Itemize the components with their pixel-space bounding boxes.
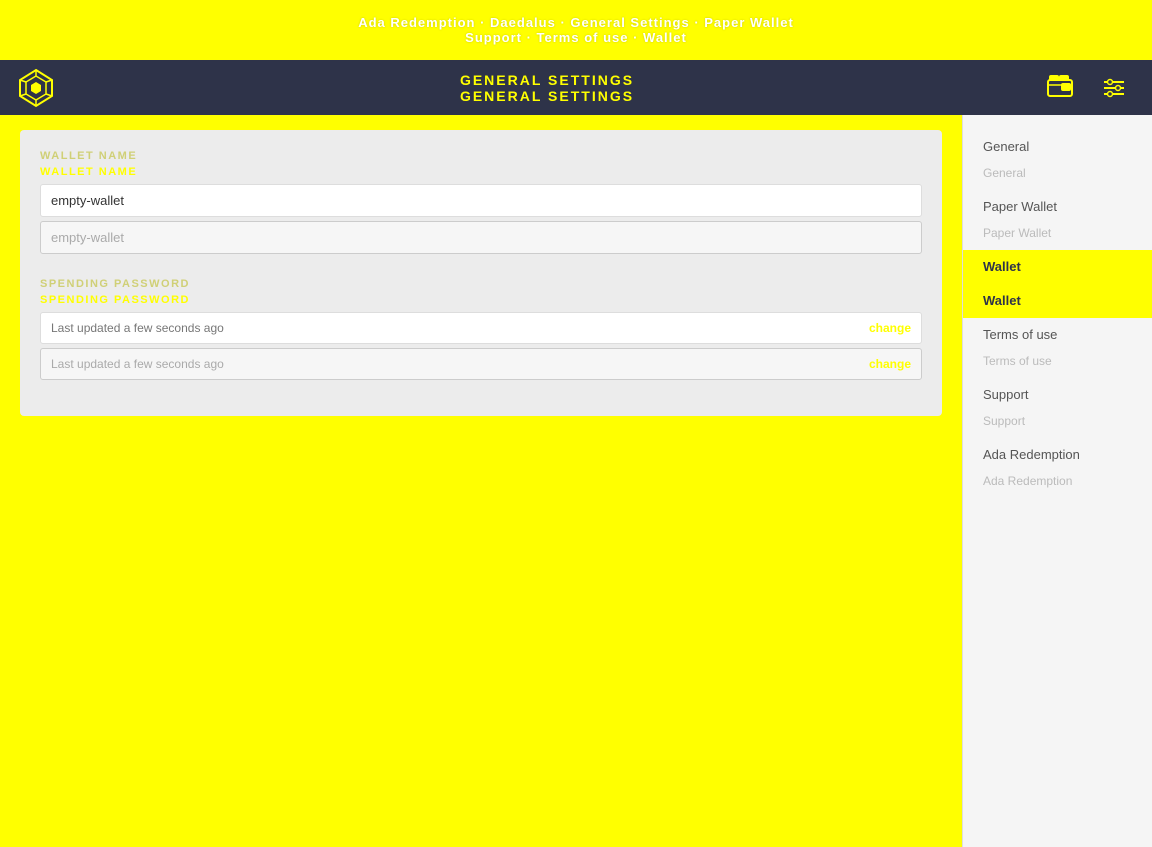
sidebar-item-support-label: Support — [983, 387, 1029, 402]
logo-area — [16, 68, 56, 108]
sidebar-item-ada-redemption-ghost: Ada Redemption — [963, 472, 1152, 498]
navbar-actions — [1038, 66, 1136, 110]
wallet-name-label-ghost: WALLET NAME — [40, 150, 922, 162]
spending-password-label-ghost: SPENDING PASSWORD — [40, 278, 922, 290]
sidebar-item-terms-ghost: Terms of use — [963, 352, 1152, 378]
sidebar-item-wallet-label: Wallet — [983, 259, 1021, 274]
sidebar-item-general-ghost: General — [963, 164, 1152, 190]
settings-icon-btn[interactable] — [1092, 66, 1136, 110]
banner-line2: Support · Terms of use · Wallet — [465, 30, 687, 45]
banner-line1: Ada Redemption · Daedalus · General Sett… — [358, 15, 794, 30]
main-layout: WALLET NAME WALLET NAME SPENDING PASSWOR… — [0, 115, 1152, 847]
spending-password-label: SPENDING PASSWORD — [40, 294, 922, 306]
sidebar-item-paper-wallet-label: Paper Wallet — [983, 199, 1057, 214]
navbar: GENERAL SETTINGS GENERAL SETTINGS — [0, 60, 1152, 115]
navbar-title-area: GENERAL SETTINGS GENERAL SETTINGS — [460, 72, 634, 104]
spending-row1-change[interactable]: change — [869, 321, 911, 335]
sidebar-item-wallet[interactable]: Wallet — [963, 250, 1152, 284]
top-banner: Ada Redemption · Daedalus · General Sett… — [0, 0, 1152, 60]
wallet-name-input[interactable] — [40, 184, 922, 217]
sidebar-item-general[interactable]: General — [963, 130, 1152, 164]
save-button[interactable] — [20, 431, 942, 471]
spending-password-row1: Last updated a few seconds ago change — [40, 312, 922, 344]
sidebar-item-support-ghost: Support — [963, 412, 1152, 438]
sidebar: General General Paper Wallet Paper Walle… — [962, 115, 1152, 847]
spending-password-section: SPENDING PASSWORD SPENDING PASSWORD Last… — [40, 278, 922, 380]
daedalus-logo-icon[interactable] — [16, 68, 56, 108]
spending-row1-text: Last updated a few seconds ago — [51, 321, 224, 335]
sidebar-item-wallet-ghost[interactable]: Wallet — [963, 284, 1152, 318]
sidebar-item-terms-label: Terms of use — [983, 327, 1057, 342]
content-area: WALLET NAME WALLET NAME SPENDING PASSWOR… — [0, 115, 962, 847]
navbar-title: GENERAL SETTINGS — [460, 72, 634, 88]
sidebar-item-paper-wallet[interactable]: Paper Wallet — [963, 190, 1152, 224]
wallet-icon-btn[interactable] — [1038, 66, 1082, 110]
spending-password-row2: Last updated a few seconds ago change — [40, 348, 922, 380]
wallet-name-section: WALLET NAME WALLET NAME — [40, 150, 922, 262]
settings-card: WALLET NAME WALLET NAME SPENDING PASSWOR… — [20, 130, 942, 416]
wallet-name-label: WALLET NAME — [40, 166, 922, 178]
spending-row2-change[interactable]: change — [869, 357, 911, 371]
sidebar-item-terms[interactable]: Terms of use — [963, 318, 1152, 352]
spending-row2-text: Last updated a few seconds ago — [51, 357, 224, 371]
sidebar-item-ada-redemption[interactable]: Ada Redemption — [963, 438, 1152, 472]
sidebar-item-support[interactable]: Support — [963, 378, 1152, 412]
sidebar-item-paper-wallet-ghost: Paper Wallet — [963, 224, 1152, 250]
wallet-name-input-ghost[interactable] — [40, 221, 922, 254]
navbar-subtitle: GENERAL SETTINGS — [460, 88, 634, 104]
sidebar-item-general-label: General — [983, 139, 1029, 154]
sidebar-item-ada-redemption-label: Ada Redemption — [983, 447, 1080, 462]
